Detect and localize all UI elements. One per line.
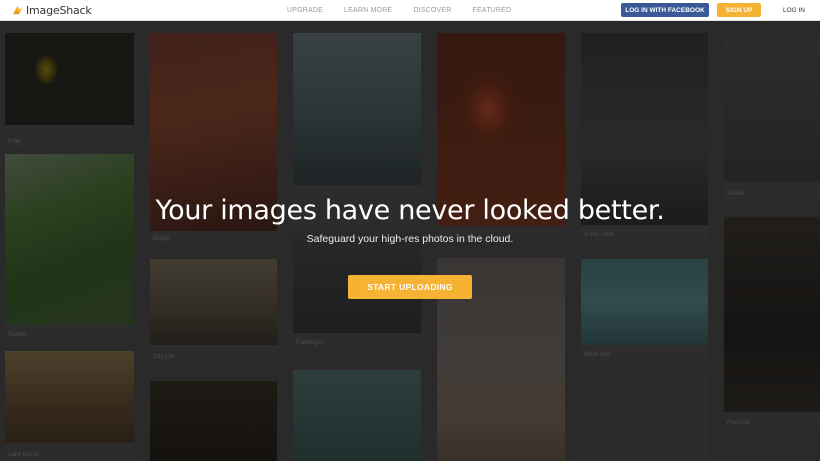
top-navigation-bar: ImageShack UPGRADE LEARN MORE DISCOVER F…	[0, 0, 820, 21]
hero-subtitle: Safeguard your high-res photos in the cl…	[306, 233, 514, 245]
start-uploading-button[interactable]: START UPLOADING	[348, 275, 472, 299]
page: ImageShack UPGRADE LEARN MORE DISCOVER F…	[0, 0, 820, 461]
hero-section: Your images have never looked better. Sa…	[0, 0, 820, 461]
main-nav: UPGRADE LEARN MORE DISCOVER FEATURED	[287, 0, 532, 21]
log-in-button[interactable]: LOG IN	[779, 3, 809, 17]
nav-featured[interactable]: FEATURED	[473, 7, 512, 14]
nav-upgrade[interactable]: UPGRADE	[287, 7, 323, 14]
imageshack-logo-icon	[12, 5, 23, 15]
logo-text: ImageShack	[26, 4, 92, 17]
sign-up-button[interactable]: SIGN UP	[717, 3, 761, 17]
nav-learn-more[interactable]: LEARN MORE	[344, 7, 392, 14]
hero-title: Your images have never looked better.	[155, 195, 665, 226]
nav-discover[interactable]: DISCOVER	[413, 7, 451, 14]
facebook-login-button[interactable]: LOG IN WITH FACEBOOK	[621, 3, 709, 17]
logo[interactable]: ImageShack	[12, 3, 92, 18]
